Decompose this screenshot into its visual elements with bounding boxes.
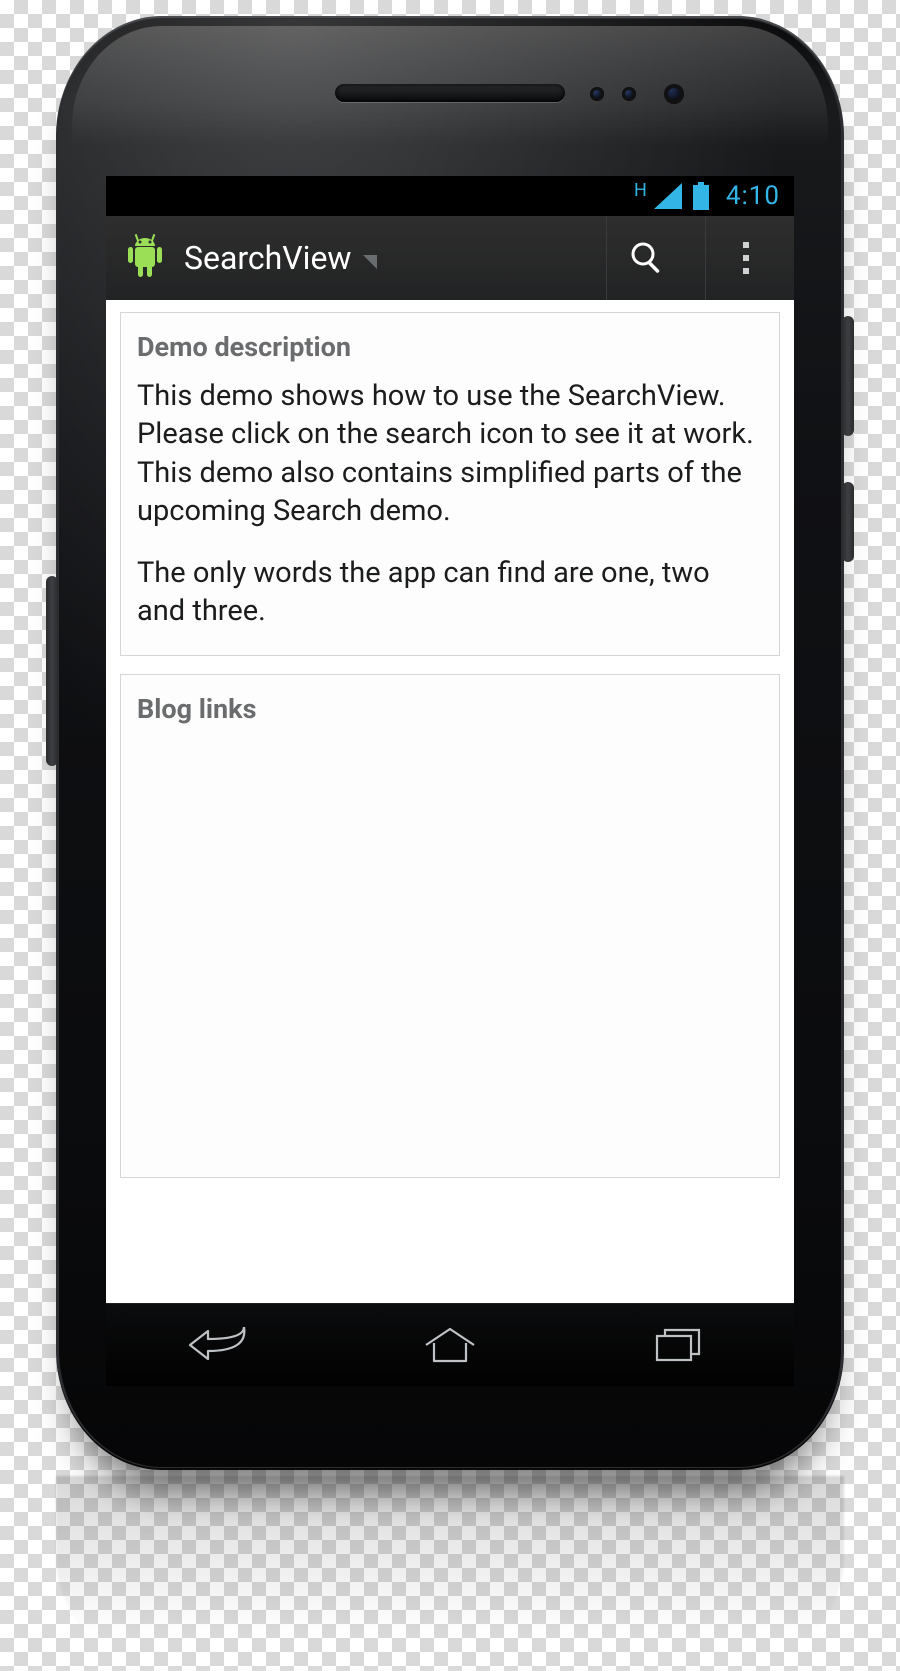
screen: H 4:10 [106, 176, 794, 1304]
overflow-menu-button[interactable] [705, 216, 786, 300]
action-bar-title: SearchView [184, 239, 351, 277]
back-button[interactable] [166, 1320, 276, 1370]
home-button[interactable] [395, 1320, 505, 1370]
back-icon [186, 1327, 256, 1363]
clock: 4:10 [726, 181, 780, 211]
phone-earpiece [335, 84, 565, 102]
search-icon [627, 238, 667, 278]
card-heading: Demo description [137, 331, 763, 363]
signal-icon [654, 183, 682, 209]
card-text: This demo shows how to use the SearchVie… [137, 377, 763, 530]
network-type-label: H [634, 180, 648, 201]
demo-description-card: Demo description This demo shows how to … [120, 312, 780, 656]
phone-side-button [46, 576, 58, 766]
recent-apps-button[interactable] [624, 1320, 734, 1370]
android-app-icon [124, 234, 166, 282]
phone-side-button [842, 482, 854, 562]
system-nav-bar [106, 1304, 794, 1386]
overflow-menu-icon [741, 238, 751, 278]
blog-links-card: Blog links [120, 674, 780, 1178]
phone-sensors [590, 84, 684, 104]
phone-device-frame: H 4:10 [56, 16, 844, 1470]
battery-icon [692, 182, 710, 210]
phone-side-button [842, 316, 854, 436]
search-button[interactable] [606, 216, 687, 300]
spinner-indicator-icon [363, 255, 377, 269]
card-text: The only words the app can find are one,… [137, 554, 763, 631]
recent-apps-icon [649, 1326, 709, 1364]
card-heading: Blog links [137, 693, 763, 725]
content-area[interactable]: Demo description This demo shows how to … [106, 300, 794, 1304]
phone-reflection [56, 1476, 844, 1666]
action-bar-title-spinner[interactable]: SearchView [184, 239, 588, 277]
action-bar: SearchView [106, 216, 794, 302]
status-bar: H 4:10 [106, 176, 794, 216]
home-icon [420, 1327, 480, 1363]
